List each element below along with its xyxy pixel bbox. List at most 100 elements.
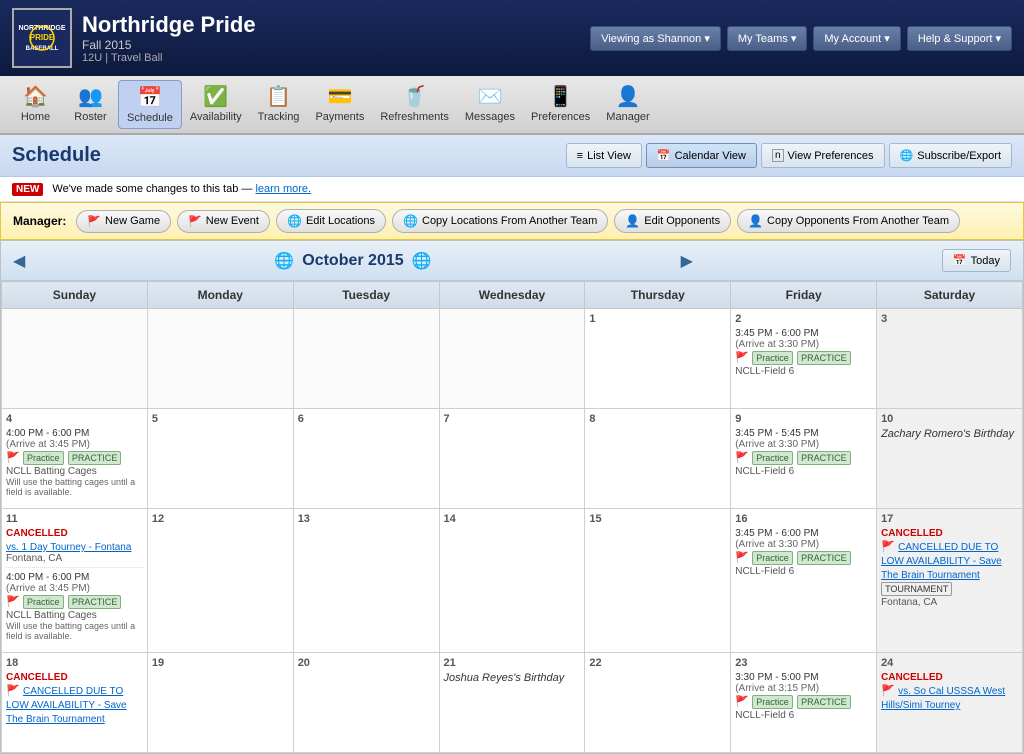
- edit-opponents-button[interactable]: 👤 Edit Opponents: [614, 209, 731, 233]
- schedule-icon: 📅: [137, 85, 162, 110]
- event-arrive: (Arrive at 3:45 PM): [6, 583, 143, 594]
- event-note: Will use the batting cages until a field…: [6, 621, 143, 641]
- new-game-button[interactable]: 🚩 New Game: [76, 210, 171, 233]
- practice-badge2: PRACTICE: [68, 451, 122, 465]
- nav-preferences[interactable]: 📱 Preferences: [523, 80, 598, 129]
- nav-schedule[interactable]: 📅 Schedule: [118, 80, 182, 129]
- viewing-as-button[interactable]: Viewing as Shannon ▾: [590, 26, 721, 51]
- nav-messages-label: Messages: [465, 111, 515, 123]
- nav-tracking[interactable]: 📋 Tracking: [250, 80, 308, 129]
- flag-red-icon: 🚩: [881, 541, 895, 553]
- event-time: 4:00 PM - 6:00 PM: [6, 428, 143, 439]
- birthday-zachary: Zachary Romero's Birthday: [881, 428, 1018, 440]
- flag-green-icon: 🚩: [735, 452, 749, 464]
- nav-tracking-label: Tracking: [258, 111, 300, 123]
- calendar-view-button[interactable]: 📅 Calendar View: [646, 143, 757, 168]
- col-wednesday: Wednesday: [439, 282, 585, 309]
- nav-home[interactable]: 🏠 Home: [8, 80, 63, 129]
- subscribe-icon: 🌐: [900, 149, 914, 162]
- edit-locations-button[interactable]: 🌐 Edit Locations: [276, 209, 386, 233]
- event-oct4-practice: 4:00 PM - 6:00 PM (Arrive at 3:45 PM) 🚩 …: [6, 428, 143, 500]
- event-location: NCLL-Field 6: [735, 366, 872, 377]
- my-account-button[interactable]: My Account ▾: [813, 26, 900, 51]
- day-empty-3: [293, 309, 439, 409]
- practice-badge: Practice: [23, 451, 64, 465]
- col-saturday: Saturday: [877, 282, 1023, 309]
- day-empty-4: [439, 309, 585, 409]
- brain-tourney-link[interactable]: CANCELLED DUE TO LOW AVAILABILITY - Save…: [881, 542, 1002, 581]
- subscribe-export-label: Subscribe/Export: [917, 150, 1001, 162]
- help-support-button[interactable]: Help & Support ▾: [907, 26, 1012, 51]
- event-arrive: (Arrive at 3:45 PM): [6, 439, 143, 450]
- calendar-grid: Sunday Monday Tuesday Wednesday Thursday…: [1, 281, 1023, 753]
- practice-badge: Practice: [23, 595, 64, 609]
- day-20: 20: [293, 653, 439, 753]
- date-2: 2: [735, 313, 872, 325]
- team-season: Fall 2015: [82, 38, 256, 52]
- date-17: 17: [881, 513, 1018, 525]
- new-game-label: New Game: [105, 215, 160, 227]
- subscribe-export-button[interactable]: 🌐 Subscribe/Export: [889, 143, 1012, 168]
- nav-messages[interactable]: ✉️ Messages: [457, 80, 523, 129]
- date-19: 19: [152, 657, 289, 669]
- today-button[interactable]: 📅 Today: [942, 249, 1011, 272]
- new-event-button[interactable]: 🚩 New Event: [177, 210, 270, 233]
- date-8: 8: [589, 413, 726, 425]
- my-teams-button[interactable]: My Teams ▾: [727, 26, 808, 51]
- list-icon: ≡: [577, 150, 583, 162]
- tourney-link[interactable]: vs. 1 Day Tourney - Fontana: [6, 542, 131, 553]
- date-22: 22: [589, 657, 726, 669]
- event-time: 4:00 PM - 6:00 PM: [6, 572, 143, 583]
- nav-roster[interactable]: 👥 Roster: [63, 80, 118, 129]
- nav-payments[interactable]: 💳 Payments: [307, 80, 372, 129]
- brain-tourney-link2[interactable]: CANCELLED DUE TO LOW AVAILABILITY - Save…: [6, 686, 127, 725]
- availability-icon: ✅: [203, 84, 228, 109]
- next-month-button[interactable]: ▶: [681, 251, 693, 271]
- copy-opponents-button[interactable]: 👤 Copy Opponents From Another Team: [737, 209, 960, 233]
- copy-locations-button[interactable]: 🌐 Copy Locations From Another Team: [392, 209, 608, 233]
- month-label: October 2015: [302, 252, 403, 270]
- calendar-week-1: 1 2 3:45 PM - 6:00 PM (Arrive at 3:30 PM…: [2, 309, 1023, 409]
- day-2: 2 3:45 PM - 6:00 PM (Arrive at 3:30 PM) …: [731, 309, 877, 409]
- date-18: 18: [6, 657, 143, 669]
- calendar-week-3: 11 CANCELLED vs. 1 Day Tourney - Fontana…: [2, 509, 1023, 653]
- team-title: Northridge Pride: [82, 12, 256, 38]
- list-view-button[interactable]: ≡ List View: [566, 143, 642, 168]
- refreshments-icon: 🥤: [402, 84, 427, 109]
- flag-green-icon: 🚩: [6, 452, 20, 464]
- event-note: Will use the batting cages until a field…: [6, 477, 143, 497]
- nav-availability[interactable]: ✅ Availability: [182, 80, 250, 129]
- date-21: 21: [444, 657, 581, 669]
- event-oct11-cancelled: CANCELLED vs. 1 Day Tourney - Fontana Fo…: [6, 528, 143, 568]
- day-7: 7: [439, 409, 585, 509]
- practice-badge2: PRACTICE: [797, 695, 851, 709]
- view-preferences-label: View Preferences: [788, 150, 874, 162]
- day-3: 3: [877, 309, 1023, 409]
- event-location: Fontana, CA: [6, 553, 143, 564]
- date-5: 5: [152, 413, 289, 425]
- learn-more-link[interactable]: learn more.: [255, 183, 311, 195]
- prev-month-button[interactable]: ◀: [13, 251, 25, 271]
- edit-locations-label: Edit Locations: [306, 215, 375, 227]
- edit-opponents-label: Edit Opponents: [644, 215, 720, 227]
- preferences-icon: 📱: [548, 84, 573, 109]
- simi-tourney-link[interactable]: vs. So Cal USSSA West Hills/Simi Tourney: [881, 686, 1005, 711]
- team-info: NORTHRIDGE PRIDE BASEBALL Northridge Pri…: [12, 8, 256, 68]
- tournament-badge: TOURNAMENT: [881, 582, 952, 596]
- edit-locations-icon: 🌐: [287, 214, 302, 228]
- date-14: 14: [444, 513, 581, 525]
- schedule-header: Schedule ≡ List View 📅 Calendar View n V…: [0, 135, 1024, 177]
- nav-manager[interactable]: 👤 Manager: [598, 80, 657, 129]
- nav-manager-label: Manager: [606, 111, 649, 123]
- event-location: NCLL-Field 6: [735, 466, 872, 477]
- nav-roster-label: Roster: [74, 111, 106, 123]
- globe-icon: 🌐: [274, 251, 294, 271]
- day-11: 11 CANCELLED vs. 1 Day Tourney - Fontana…: [2, 509, 148, 653]
- team-name-block: Northridge Pride Fall 2015 12U | Travel …: [82, 12, 256, 64]
- practice-badge: Practice: [752, 695, 793, 709]
- day-10: 10 Zachary Romero's Birthday: [877, 409, 1023, 509]
- tracking-icon: 📋: [266, 84, 291, 109]
- view-preferences-button[interactable]: n View Preferences: [761, 143, 885, 168]
- day-19: 19: [147, 653, 293, 753]
- nav-refreshments[interactable]: 🥤 Refreshments: [372, 80, 456, 129]
